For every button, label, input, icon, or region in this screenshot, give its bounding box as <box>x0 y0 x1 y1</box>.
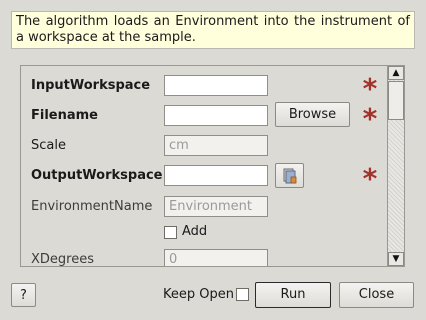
properties-panel: InputWorkspace * Filename Browse * Scale… <box>20 65 405 267</box>
workspace-picker-button[interactable] <box>275 163 304 188</box>
output-workspace-field[interactable] <box>164 165 268 186</box>
keep-open-checkbox[interactable] <box>236 288 249 301</box>
scroll-up-arrow-icon[interactable]: ▲ <box>388 66 404 80</box>
filename-field[interactable] <box>164 105 268 126</box>
x-degrees-label: XDegrees <box>31 252 94 267</box>
filename-label: Filename <box>31 108 98 123</box>
output-workspace-label: OutputWorkspace <box>31 168 163 183</box>
required-asterisk-icon: * <box>362 72 378 105</box>
input-workspace-field[interactable] <box>164 75 268 96</box>
environment-name-field[interactable] <box>164 196 268 217</box>
close-button[interactable]: Close <box>339 282 414 308</box>
scale-field[interactable] <box>164 135 268 156</box>
environment-name-label: EnvironmentName <box>31 199 153 214</box>
required-asterisk-icon: * <box>362 102 378 135</box>
keep-open-label: Keep Open <box>163 287 234 302</box>
algorithm-description: The algorithm loads an Environment into … <box>11 11 415 49</box>
x-degrees-field[interactable] <box>164 249 268 266</box>
run-button[interactable]: Run <box>255 282 331 308</box>
add-label: Add <box>182 224 208 239</box>
input-workspace-label: InputWorkspace <box>31 78 151 93</box>
scrollbar-thumb[interactable] <box>388 81 404 120</box>
scale-label: Scale <box>31 138 66 153</box>
required-asterisk-icon: * <box>362 162 378 195</box>
browse-button[interactable]: Browse <box>275 102 350 127</box>
add-checkbox[interactable] <box>164 226 177 239</box>
scroll-down-arrow-icon[interactable]: ▼ <box>388 252 404 266</box>
properties-scrollbar[interactable]: ▲ ▼ <box>387 66 404 266</box>
workspace-picker-icon <box>283 168 296 184</box>
help-button[interactable]: ? <box>11 283 36 307</box>
